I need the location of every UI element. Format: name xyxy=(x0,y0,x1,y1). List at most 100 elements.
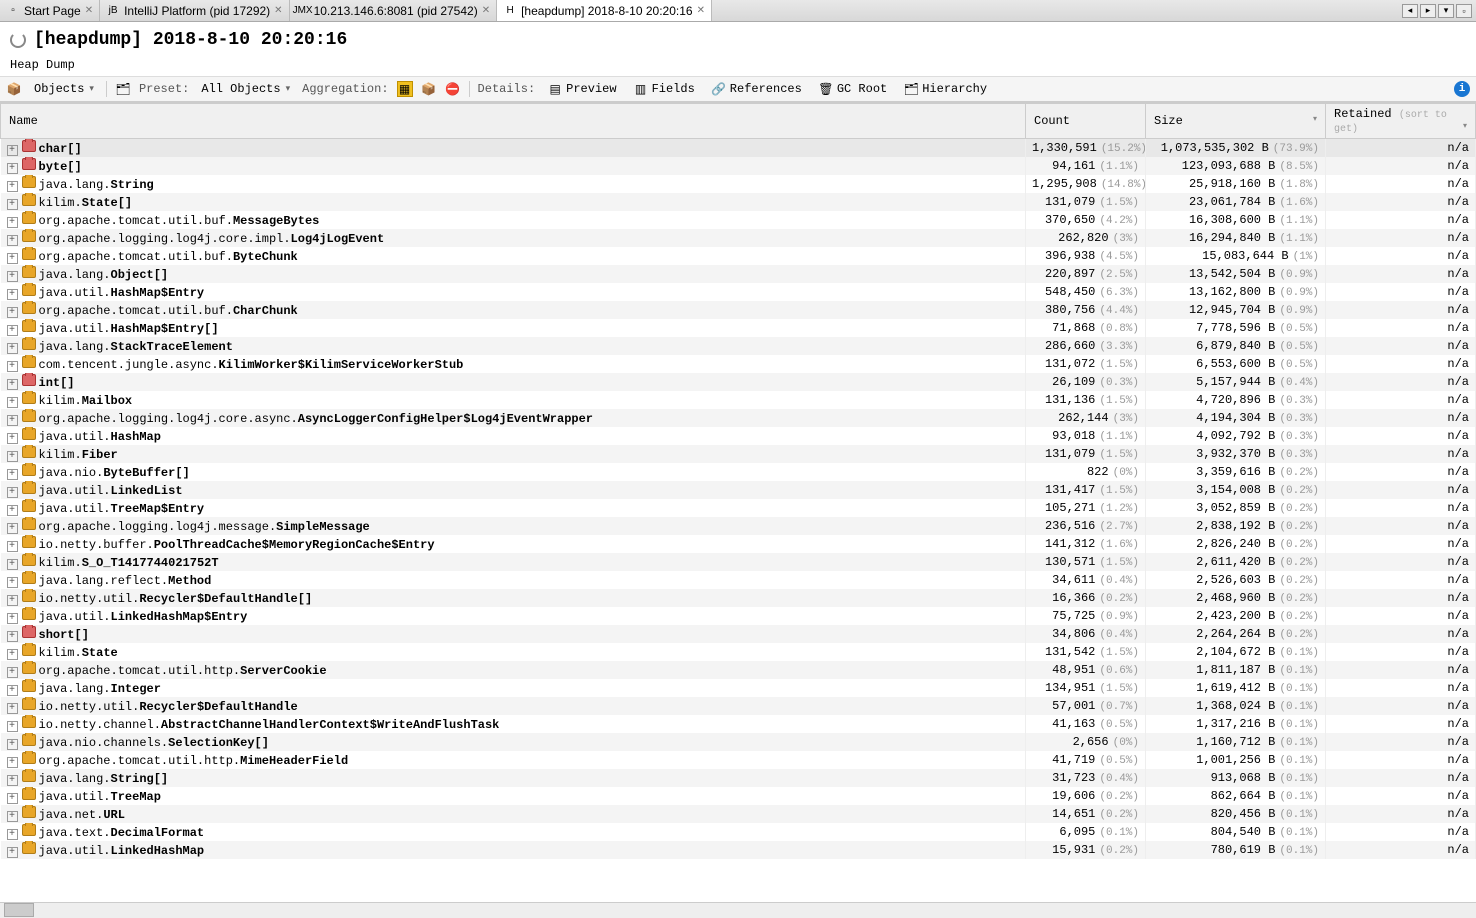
expand-icon[interactable]: + xyxy=(7,433,18,444)
aggregation-grid-icon[interactable]: ▦ xyxy=(397,81,413,97)
table-row[interactable]: +java.text.DecimalFormat6,095(0.1%)804,5… xyxy=(1,823,1476,841)
expand-icon[interactable]: + xyxy=(7,523,18,534)
aggregation-stop-icon[interactable]: ⛔ xyxy=(445,81,461,97)
table-row[interactable]: +kilim.S_O_T1417744021752T130,571(1.5%)2… xyxy=(1,553,1476,571)
expand-icon[interactable]: + xyxy=(7,631,18,642)
preset-icon[interactable]: 🗂 xyxy=(115,81,131,97)
close-icon[interactable]: ✕ xyxy=(85,5,93,16)
hierarchy-button[interactable]: 🗂Hierarchy xyxy=(899,80,991,98)
table-row[interactable]: +org.apache.logging.log4j.core.async.Asy… xyxy=(1,409,1476,427)
expand-icon[interactable]: + xyxy=(7,847,18,858)
expand-icon[interactable]: + xyxy=(7,289,18,300)
table-row[interactable]: +org.apache.tomcat.util.buf.CharChunk380… xyxy=(1,301,1476,319)
tab[interactable]: jBIntelliJ Platform (pid 17292)✕ xyxy=(100,0,289,21)
table-row[interactable]: +java.lang.Integer134,951(1.5%)1,619,412… xyxy=(1,679,1476,697)
table-row[interactable]: +io.netty.channel.AbstractChannelHandler… xyxy=(1,715,1476,733)
column-count[interactable]: Count xyxy=(1026,104,1146,139)
expand-icon[interactable]: + xyxy=(7,487,18,498)
gcroot-button[interactable]: 🗑GC Root xyxy=(814,80,891,98)
expand-icon[interactable]: + xyxy=(7,343,18,354)
expand-icon[interactable]: + xyxy=(7,757,18,768)
next-button[interactable]: ▸ xyxy=(1420,4,1436,18)
expand-icon[interactable]: + xyxy=(7,505,18,516)
expand-icon[interactable]: + xyxy=(7,253,18,264)
table-row[interactable]: +java.nio.channels.SelectionKey[]2,656(0… xyxy=(1,733,1476,751)
column-size[interactable]: Size xyxy=(1146,104,1326,139)
expand-icon[interactable]: + xyxy=(7,595,18,606)
expand-icon[interactable]: + xyxy=(7,361,18,372)
references-button[interactable]: 🔗References xyxy=(707,80,806,98)
table-row[interactable]: +org.apache.tomcat.util.http.ServerCooki… xyxy=(1,661,1476,679)
minimize-button[interactable]: ▾ xyxy=(1438,4,1454,18)
heap-table-wrapper[interactable]: Name Count Size Retained (sort to get) +… xyxy=(0,102,1476,902)
table-row[interactable]: +int[]26,109(0.3%)5,157,944 B(0.4%)n/a xyxy=(1,373,1476,391)
table-row[interactable]: +java.lang.Object[]220,897(2.5%)13,542,5… xyxy=(1,265,1476,283)
expand-icon[interactable]: + xyxy=(7,415,18,426)
expand-icon[interactable]: + xyxy=(7,379,18,390)
expand-icon[interactable]: + xyxy=(7,775,18,786)
table-row[interactable]: +io.netty.util.Recycler$DefaultHandle57,… xyxy=(1,697,1476,715)
table-row[interactable]: +java.lang.String1,295,908(14.8%)25,918,… xyxy=(1,175,1476,193)
table-row[interactable]: +org.apache.logging.log4j.message.Simple… xyxy=(1,517,1476,535)
expand-icon[interactable]: + xyxy=(7,667,18,678)
tab[interactable]: H[heapdump] 2018-8-10 20:20:16✕ xyxy=(497,0,712,21)
table-row[interactable]: +java.net.URL14,651(0.2%)820,456 B(0.1%)… xyxy=(1,805,1476,823)
table-row[interactable]: +java.util.LinkedList131,417(1.5%)3,154,… xyxy=(1,481,1476,499)
table-row[interactable]: +java.util.LinkedHashMap$Entry75,725(0.9… xyxy=(1,607,1476,625)
table-row[interactable]: +java.nio.ByteBuffer[]822(0%)3,359,616 B… xyxy=(1,463,1476,481)
fields-button[interactable]: ▥Fields xyxy=(629,80,699,98)
expand-icon[interactable]: + xyxy=(7,307,18,318)
expand-icon[interactable]: + xyxy=(7,811,18,822)
objects-dropdown[interactable]: Objects xyxy=(30,81,98,97)
table-row[interactable]: +kilim.State[]131,079(1.5%)23,061,784 B(… xyxy=(1,193,1476,211)
expand-icon[interactable]: + xyxy=(7,577,18,588)
expand-icon[interactable]: + xyxy=(7,739,18,750)
info-icon[interactable]: i xyxy=(1454,81,1470,97)
expand-icon[interactable]: + xyxy=(7,685,18,696)
table-row[interactable]: +io.netty.buffer.PoolThreadCache$MemoryR… xyxy=(1,535,1476,553)
expand-icon[interactable]: + xyxy=(7,649,18,660)
table-row[interactable]: +char[]1,330,591(15.2%)1,073,535,302 B(7… xyxy=(1,139,1476,158)
table-row[interactable]: +java.util.HashMap$Entry548,450(6.3%)13,… xyxy=(1,283,1476,301)
expand-icon[interactable]: + xyxy=(7,541,18,552)
aggregation-pkg-icon[interactable]: 📦 xyxy=(421,81,437,97)
table-row[interactable]: +org.apache.tomcat.util.http.MimeHeaderF… xyxy=(1,751,1476,769)
expand-icon[interactable]: + xyxy=(7,559,18,570)
expand-icon[interactable]: + xyxy=(7,235,18,246)
table-row[interactable]: +org.apache.tomcat.util.buf.MessageBytes… xyxy=(1,211,1476,229)
expand-icon[interactable]: + xyxy=(7,217,18,228)
table-row[interactable]: +java.util.HashMap93,018(1.1%)4,092,792 … xyxy=(1,427,1476,445)
expand-icon[interactable]: + xyxy=(7,181,18,192)
expand-icon[interactable]: + xyxy=(7,721,18,732)
table-row[interactable]: +java.util.LinkedHashMap15,931(0.2%)780,… xyxy=(1,841,1476,859)
expand-icon[interactable]: + xyxy=(7,703,18,714)
table-row[interactable]: +kilim.State131,542(1.5%)2,104,672 B(0.1… xyxy=(1,643,1476,661)
column-retained[interactable]: Retained (sort to get) xyxy=(1326,104,1476,139)
close-icon[interactable]: ✕ xyxy=(274,5,282,16)
table-row[interactable]: +java.util.HashMap$Entry[]71,868(0.8%)7,… xyxy=(1,319,1476,337)
table-row[interactable]: +org.apache.tomcat.util.buf.ByteChunk396… xyxy=(1,247,1476,265)
tab[interactable]: ▫Start Page✕ xyxy=(0,0,100,21)
table-row[interactable]: +kilim.Fiber131,079(1.5%)3,932,370 B(0.3… xyxy=(1,445,1476,463)
expand-icon[interactable]: + xyxy=(7,199,18,210)
expand-icon[interactable]: + xyxy=(7,325,18,336)
close-icon[interactable]: ✕ xyxy=(697,5,705,16)
table-row[interactable]: +io.netty.util.Recycler$DefaultHandle[]1… xyxy=(1,589,1476,607)
column-name[interactable]: Name xyxy=(1,104,1026,139)
table-row[interactable]: +java.lang.reflect.Method34,611(0.4%)2,5… xyxy=(1,571,1476,589)
tab[interactable]: JMX10.213.146.6:8081 (pid 27542)✕ xyxy=(290,0,498,21)
table-row[interactable]: +java.util.TreeMap$Entry105,271(1.2%)3,0… xyxy=(1,499,1476,517)
preset-dropdown[interactable]: All Objects xyxy=(197,81,294,97)
table-row[interactable]: +java.lang.String[]31,723(0.4%)913,068 B… xyxy=(1,769,1476,787)
expand-icon[interactable]: + xyxy=(7,469,18,480)
expand-icon[interactable]: + xyxy=(7,829,18,840)
expand-icon[interactable]: + xyxy=(7,451,18,462)
preview-button[interactable]: ▤Preview xyxy=(543,80,620,98)
table-row[interactable]: +java.lang.StackTraceElement286,660(3.3%… xyxy=(1,337,1476,355)
table-row[interactable]: +com.tencent.jungle.async.KilimWorker$Ki… xyxy=(1,355,1476,373)
table-row[interactable]: +java.util.TreeMap19,606(0.2%)862,664 B(… xyxy=(1,787,1476,805)
maximize-button[interactable]: ▫ xyxy=(1456,4,1472,18)
expand-icon[interactable]: + xyxy=(7,163,18,174)
expand-icon[interactable]: + xyxy=(7,397,18,408)
prev-button[interactable]: ◂ xyxy=(1402,4,1418,18)
